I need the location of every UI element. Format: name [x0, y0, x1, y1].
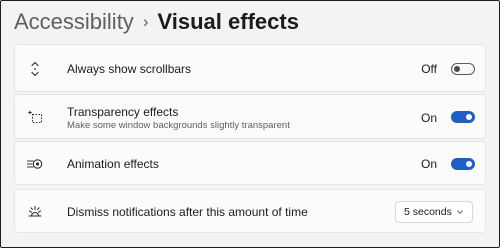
setting-notifications-card[interactable]: Dismiss notifications after this amount …	[14, 189, 486, 233]
brightness-icon	[28, 205, 42, 217]
breadcrumb-accessibility-link[interactable]: Accessibility	[14, 9, 134, 35]
scrollbars-toggle[interactable]	[451, 63, 475, 75]
scrollbar-arrows-icon	[31, 61, 39, 77]
setting-animation-card[interactable]: Animation effects On	[14, 141, 486, 185]
toggle-knob	[466, 161, 472, 167]
setting-description: Make some window backgrounds slightly tr…	[67, 120, 290, 131]
page-title: Visual effects	[157, 9, 299, 34]
transparency-toggle[interactable]	[451, 111, 475, 123]
toggle-state-label: On	[420, 157, 437, 171]
chevron-down-icon	[457, 210, 463, 214]
setting-scrollbars-card[interactable]: Always show scrollbars Off	[14, 44, 486, 92]
setting-title: Animation effects	[67, 157, 159, 171]
toggle-state-label: On	[420, 111, 437, 125]
animation-toggle[interactable]	[451, 158, 475, 170]
setting-transparency-card[interactable]: Transparency effects Make some window ba…	[14, 94, 486, 139]
dropdown-selected-value: 5 seconds	[404, 206, 452, 218]
dismiss-time-dropdown[interactable]: 5 seconds	[395, 201, 473, 223]
setting-title: Dismiss notifications after this amount …	[67, 205, 308, 219]
toggle-state-label: Off	[421, 62, 437, 76]
setting-title: Always show scrollbars	[67, 62, 192, 76]
toggle-knob	[466, 114, 472, 120]
animation-icon	[27, 159, 43, 169]
transparency-icon	[27, 110, 43, 124]
breadcrumb-chevron-icon: ›	[142, 12, 149, 31]
breadcrumb: Accessibility › Visual effects	[14, 8, 299, 36]
setting-title: Transparency effects	[67, 105, 179, 119]
toggle-knob	[454, 66, 460, 72]
